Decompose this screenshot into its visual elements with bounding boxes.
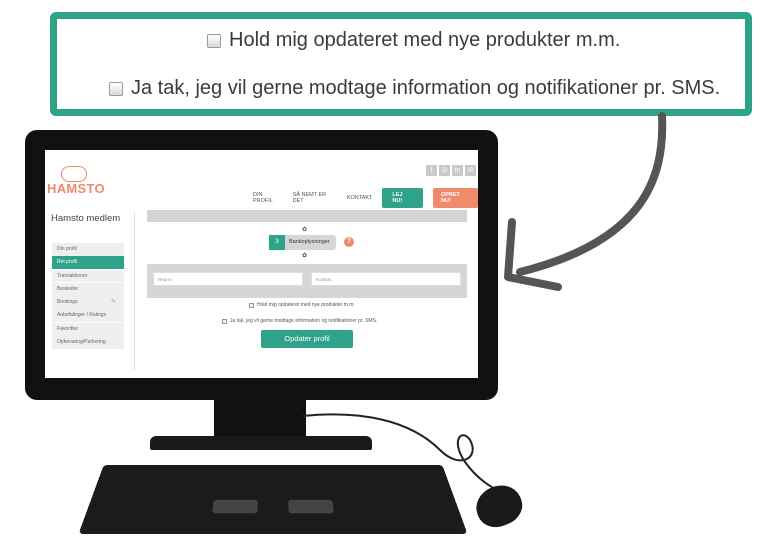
profile-sidebar: Din profil Ret profil Transaktioner Besk… (52, 243, 124, 349)
logo-cloud-icon (61, 166, 87, 182)
nav-saa-nemt-er-det[interactable]: SÅ NEMT ER DET (293, 192, 337, 204)
keyboard (78, 464, 468, 534)
newsletter-checkbox[interactable] (249, 302, 254, 308)
newsletter-option-zoomed: Hold mig opdateret med nye produkter m.m… (207, 29, 620, 52)
sms-option: Ja tak, jeg vil gerne modtage informatio… (222, 318, 377, 324)
key-group (288, 499, 334, 514)
sms-checkbox[interactable] (222, 318, 227, 324)
sidebar-item-label: Bookings (57, 299, 78, 306)
monitor-stand (214, 398, 306, 440)
sidebar-item-transaktioner[interactable]: Transaktioner (52, 269, 124, 283)
page-title: Hamsto medlem (51, 213, 121, 224)
opret-nu-button[interactable]: OPRET NU! (432, 188, 478, 208)
sms-label: Ja tak, jeg vil gerne modtage informatio… (230, 318, 378, 324)
hamsto-logo[interactable]: HAMSTO (47, 166, 107, 200)
sidebar-item-opbevaring[interactable]: Opbevaring/Parkering (52, 336, 124, 349)
monitor: HAMSTO f ◎ in ✉ DIN PROFIL SÅ NEMT ER DE… (25, 130, 498, 400)
form-section-bar (147, 210, 467, 222)
step-label: Bankoplysninger (285, 235, 336, 250)
sidebar-item-din-profil[interactable]: Din profil (52, 243, 124, 256)
zoom-callout: Hold mig opdateret med nye produkter m.m… (50, 12, 752, 116)
update-profile-button[interactable]: Opdater profil (261, 330, 353, 348)
sms-option-zoomed: Ja tak, jeg vil gerne modtage informatio… (109, 77, 720, 100)
sidebar-item-favoritter[interactable]: Favoritter (52, 322, 124, 336)
sidebar-divider (134, 212, 135, 370)
mail-icon[interactable]: ✉ (465, 165, 476, 176)
pencil-icon: ✎ (110, 299, 116, 306)
sms-checkbox-zoomed[interactable] (109, 81, 123, 96)
help-icon[interactable]: ? (344, 237, 354, 247)
newsletter-checkbox-zoomed[interactable] (207, 33, 221, 48)
site-header: HAMSTO f ◎ in ✉ DIN PROFIL SÅ NEMT ER DE… (45, 150, 478, 208)
paw-icon: ✿ (302, 253, 308, 259)
key-group (212, 499, 258, 514)
reg-nr-input[interactable]: Reg.nr. (153, 272, 303, 286)
nav-din-profil[interactable]: DIN PROFIL (253, 192, 283, 204)
marketing-illustration: Hold mig opdateret med nye produkter m.m… (0, 0, 768, 542)
linkedin-icon[interactable]: in (452, 165, 463, 176)
newsletter-label-zoomed: Hold mig opdateret med nye produkter m.m… (229, 29, 621, 51)
konto-nr-input[interactable]: Kontonr. (311, 272, 461, 286)
sidebar-item-bookings[interactable]: Bookings ✎ (52, 296, 124, 309)
sidebar-item-ret-profil[interactable]: Ret profil (52, 256, 124, 270)
sidebar-item-beskeder[interactable]: Beskeder (52, 282, 124, 296)
newsletter-label: Hold mig opdateret med nye produkter m.m… (257, 302, 355, 308)
sidebar-item-anbefalinger[interactable]: Anbefalinger / Ratings (52, 309, 124, 323)
instagram-icon[interactable]: ◎ (439, 165, 450, 176)
paw-icon: ✿ (302, 227, 308, 233)
bank-details-panel: Reg.nr. Kontonr. (147, 264, 467, 298)
lej-nu-button[interactable]: LEJ NU! (382, 188, 423, 208)
facebook-icon[interactable]: f (426, 165, 437, 176)
top-navigation: DIN PROFIL SÅ NEMT ER DET KONTAKT LEJ NU… (253, 188, 478, 208)
nav-kontakt[interactable]: KONTAKT (347, 195, 373, 201)
step-indicator: 3 Bankoplysninger (269, 235, 336, 250)
monitor-screen: HAMSTO f ◎ in ✉ DIN PROFIL SÅ NEMT ER DE… (45, 150, 478, 378)
newsletter-option: Hold mig opdateret med nye produkter m.m… (249, 302, 355, 308)
social-links: f ◎ in ✉ (426, 165, 476, 176)
pointer-arrow-icon (504, 112, 667, 291)
step-number: 3 (269, 235, 285, 250)
sms-label-zoomed: Ja tak, jeg vil gerne modtage informatio… (131, 77, 721, 99)
